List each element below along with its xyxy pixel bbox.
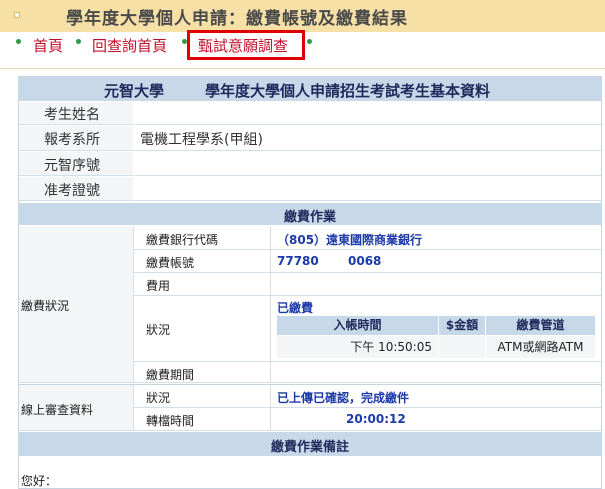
account-number-label: 繳費帳號: [146, 256, 195, 270]
detail-amount-cell: [439, 336, 485, 358]
value-cell: [134, 152, 601, 176]
student-name-label: 考生姓名: [44, 107, 100, 123]
detail-header-channel: 繳費管道: [486, 316, 595, 335]
payment-section-title: 繳費作業: [283, 210, 336, 225]
bank-code-label: 繳費銀行代碼: [146, 233, 219, 247]
title-bar: 學年度大學個人申請：繳費帳號及繳費結果: [0, 0, 605, 32]
review-status-value: 已上傳已確認，完成繳件: [277, 391, 410, 405]
value-cell: [134, 177, 601, 201]
conversion-time-value: 20:00:12: [346, 412, 406, 426]
notes-greeting: 您好：: [21, 474, 58, 488]
column-divider: [133, 385, 134, 431]
serial-number-label: 元智序號: [44, 158, 100, 174]
basic-info-header: 元智大學 學年度大學個人申請招生考試考生基本資料: [18, 77, 602, 101]
row-divider: [134, 249, 601, 250]
account-number-part2: 0068: [348, 254, 382, 268]
value-cell: [134, 102, 601, 125]
payment-period-label: 繳費期間: [146, 368, 195, 382]
detail-header-amount: $金額: [439, 316, 485, 335]
nav-query-home-link[interactable]: 回查詢首頁: [92, 35, 167, 56]
conversion-time-label: 轉檔時間: [146, 414, 195, 428]
nav-home-link[interactable]: 首頁: [33, 35, 63, 56]
notes-section-title: 繳費作業備註: [270, 440, 349, 455]
notes-section-header: 繳費作業備註: [18, 432, 602, 456]
nav-bullet-icon: [76, 39, 81, 44]
row-divider: [134, 407, 601, 408]
column-divider: [270, 385, 271, 431]
detail-channel-cell: ATM或網路ATM: [486, 336, 595, 358]
account-number-part1: 77780: [277, 254, 319, 268]
detail-header-time: 入帳時間: [277, 316, 438, 335]
admission-ticket-label: 准考證號: [44, 183, 100, 199]
detail-time-cell: 下午 10:50:05: [277, 336, 438, 358]
payment-section-header: 繳費作業: [18, 203, 602, 225]
survey-link-highlight: [187, 30, 305, 60]
page-title: 學年度大學個人申請：繳費帳號及繳費結果: [66, 9, 408, 29]
university-name: 元智大學: [104, 82, 165, 100]
fee-label: 費用: [146, 279, 171, 293]
row-divider: [134, 295, 601, 296]
title-bullet-icon: [14, 12, 20, 18]
nav-bullet-icon: [307, 39, 312, 44]
nav-bullet-icon: [16, 39, 21, 44]
basic-info-title: 學年度大學個人申請招生考試考生基本資料: [205, 82, 491, 100]
bank-code-value: （805）遠東國際商業銀行: [277, 233, 423, 247]
row-divider: [134, 361, 601, 362]
payment-status-group-label: 繳費狀況: [21, 299, 70, 313]
payment-status-label: 狀況: [146, 323, 171, 337]
divider: [0, 68, 605, 69]
department-value: 電機工程學系(甲組): [140, 132, 263, 148]
payment-status-value: 已繳費: [277, 301, 314, 315]
online-review-group-label: 線上審查資料: [21, 403, 94, 417]
review-status-label: 狀況: [146, 391, 171, 405]
row-divider: [134, 272, 601, 273]
department-label: 報考系所: [44, 132, 100, 148]
